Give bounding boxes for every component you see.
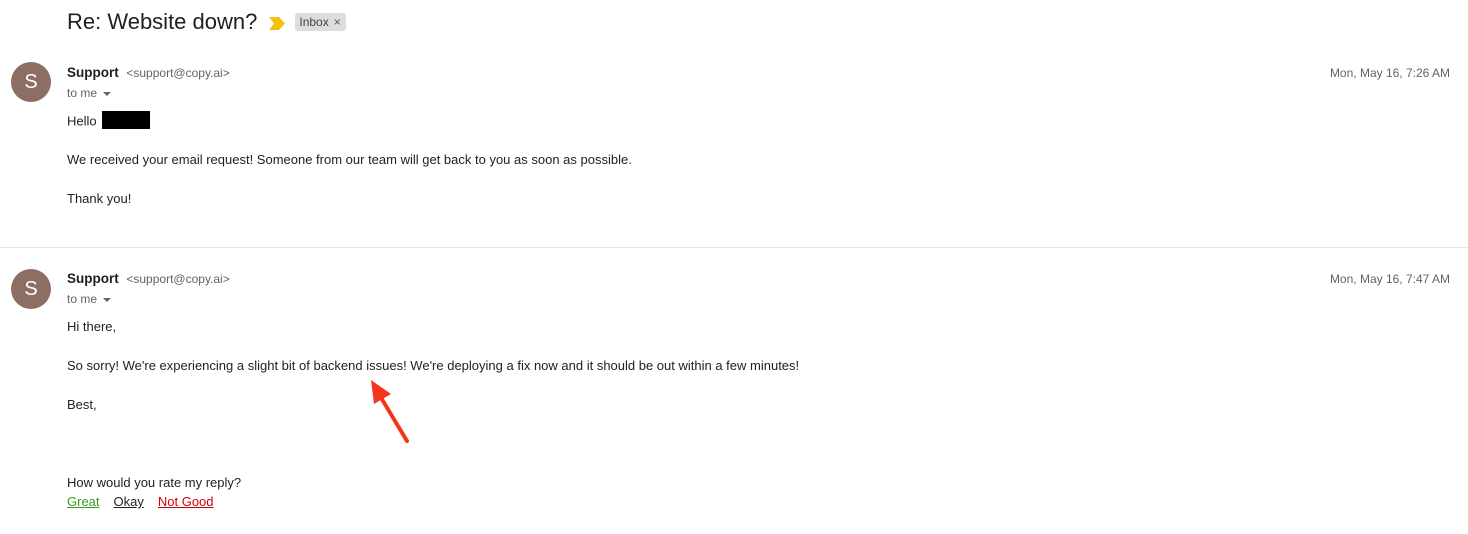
message-closing: Best, bbox=[67, 397, 97, 412]
recipient-line[interactable]: to me bbox=[67, 85, 112, 101]
rating-options: Great Okay Not Good bbox=[67, 494, 214, 510]
message-divider bbox=[0, 247, 1468, 248]
message-body: We received your email request! Someone … bbox=[67, 152, 632, 167]
message-closing: Thank you! bbox=[67, 191, 132, 206]
show-details-chevron-icon[interactable] bbox=[103, 298, 112, 302]
rate-okay-link[interactable]: Okay bbox=[114, 494, 144, 510]
rate-great-link[interactable]: Great bbox=[67, 494, 100, 510]
redacted-name-block bbox=[102, 111, 151, 129]
sender-name[interactable]: Support bbox=[67, 271, 119, 286]
sender-line: Support <support@copy.ai> bbox=[67, 270, 230, 288]
message-greeting: Hello bbox=[67, 111, 151, 131]
inbox-label-text: Inbox bbox=[299, 15, 329, 29]
thread-subject: Re: Website down? bbox=[67, 9, 258, 34]
message-date: Mon, May 16, 7:26 AM bbox=[1329, 66, 1450, 80]
inbox-label-chip[interactable]: Inbox × bbox=[295, 13, 346, 31]
greeting-text: Hello bbox=[67, 113, 97, 129]
rating-prompt: How would you rate my reply? bbox=[67, 475, 242, 490]
recipient-text: to me bbox=[67, 292, 98, 306]
recipient-line[interactable]: to me bbox=[67, 291, 112, 307]
sender-avatar[interactable]: S bbox=[11, 269, 51, 309]
sender-name[interactable]: Support bbox=[67, 65, 119, 80]
message-date: Mon, May 16, 7:47 AM bbox=[1329, 272, 1450, 286]
remove-label-icon[interactable]: × bbox=[334, 15, 341, 29]
sender-email: <support@copy.ai> bbox=[126, 66, 230, 80]
thread-header: Re: Website down? Inbox × bbox=[67, 5, 346, 39]
show-details-chevron-icon[interactable] bbox=[103, 92, 112, 96]
annotation-arrow-icon bbox=[371, 380, 409, 443]
sender-line: Support <support@copy.ai> bbox=[67, 64, 230, 82]
importance-marker-icon[interactable] bbox=[269, 16, 286, 30]
message-body: So sorry! We're experiencing a slight bi… bbox=[67, 358, 800, 373]
message-greeting: Hi there, bbox=[67, 319, 117, 334]
recipient-text: to me bbox=[67, 86, 98, 100]
rate-not-good-link[interactable]: Not Good bbox=[158, 494, 214, 510]
sender-avatar[interactable]: S bbox=[11, 62, 51, 102]
sender-email: <support@copy.ai> bbox=[126, 272, 230, 286]
